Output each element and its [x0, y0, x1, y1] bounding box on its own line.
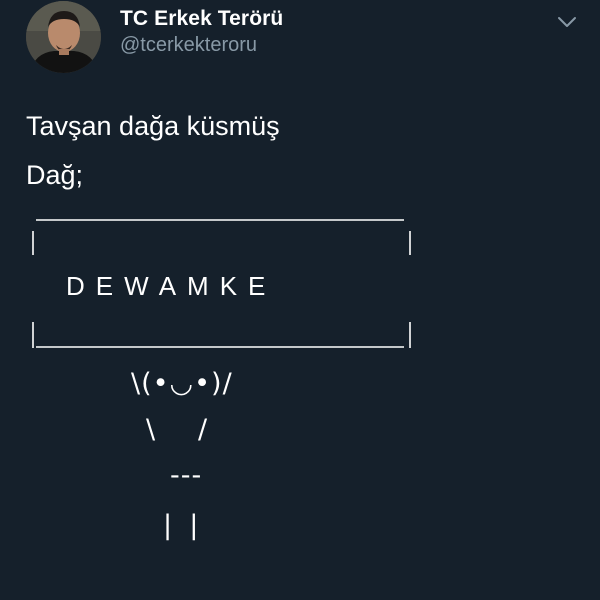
tweet-text-line: Dağ;: [26, 160, 84, 190]
bunny-face: \(•◡•)/: [131, 368, 233, 399]
author-handle[interactable]: @tcerkekteroru: [120, 34, 257, 57]
profile-photo: [26, 1, 101, 73]
bunny-body: ---: [170, 460, 203, 491]
tweet-text-line: Tavşan dağa küsmüş: [26, 111, 280, 141]
bunny-legs: | |: [163, 510, 199, 541]
tweet-card: TC Erkek Terörü @tcerkekteroru Tavşan da…: [0, 0, 600, 600]
bunny-arms: \ /: [146, 414, 208, 445]
author-display-name[interactable]: TC Erkek Terörü: [120, 7, 283, 31]
chevron-down-icon[interactable]: [554, 10, 580, 34]
sign-text: DEWAMKE: [66, 271, 277, 301]
author-avatar[interactable]: [26, 1, 101, 73]
